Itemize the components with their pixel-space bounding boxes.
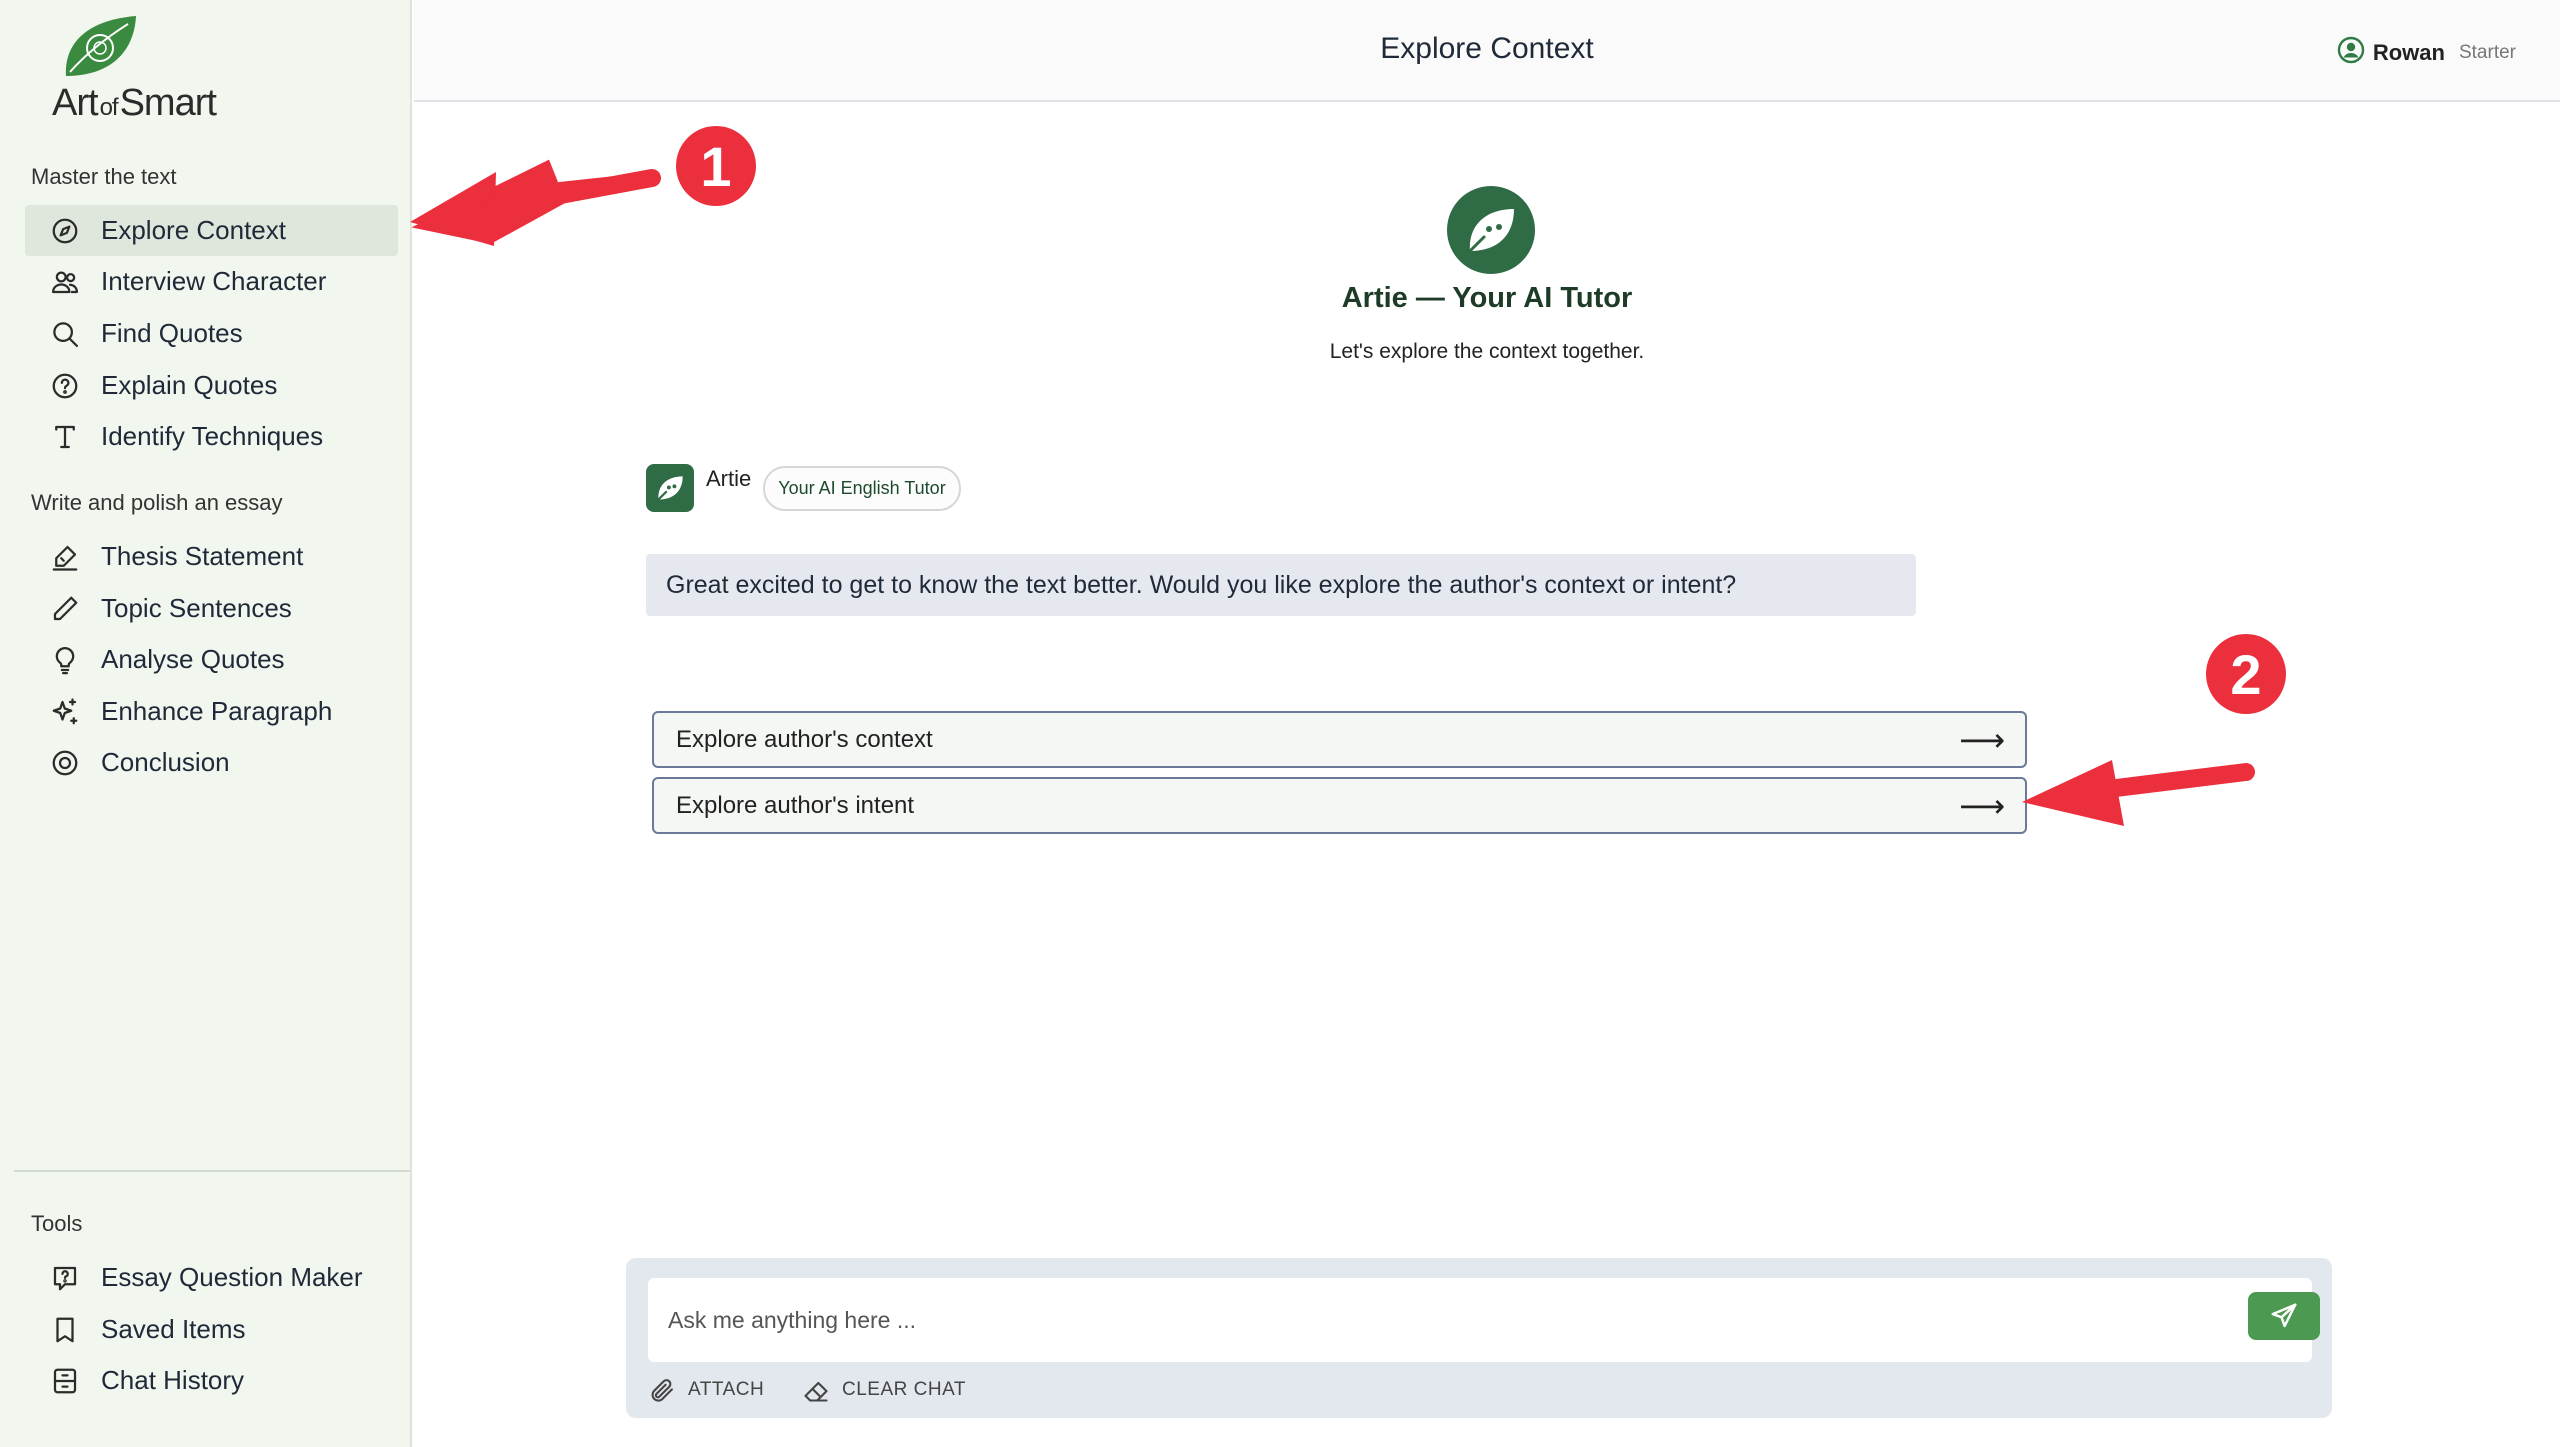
help-circle-icon <box>49 370 81 402</box>
artie-leaf-icon <box>657 476 683 501</box>
artie-mini-avatar <box>646 464 694 512</box>
sidebar-item-label: Enhance Paragraph <box>101 696 333 726</box>
option-explore-authors-intent[interactable]: Explore author's intent ⟶ <box>652 777 2027 834</box>
clear-chat-button[interactable]: CLEAR CHAT <box>802 1376 966 1404</box>
sidebar-item-interview-character[interactable]: Interview Character <box>25 256 398 307</box>
sidebar-divider <box>14 1170 410 1172</box>
sidebar-item-explore-context[interactable]: Explore Context <box>25 205 398 256</box>
message-text: Great excited to get to know the text be… <box>666 570 1737 599</box>
user-name: Rowan <box>2372 39 2445 65</box>
sidebar-item-identify-techniques[interactable]: Identify Techniques <box>25 411 398 462</box>
user-menu[interactable]: Rowan Starter <box>2337 36 2516 69</box>
annotation-badge-2: 2 <box>2206 634 2286 714</box>
sidebar-item-label: Explore Context <box>101 215 286 245</box>
pencil-icon <box>49 593 81 625</box>
annotation-arrow-1 <box>410 159 661 246</box>
sidebar-item-analyse-quotes[interactable]: Analyse Quotes <box>25 634 398 685</box>
arrow-right-icon: ⟶ <box>1959 787 2005 824</box>
annotation-arrow-2 <box>2022 760 2255 826</box>
clear-chat-label: CLEAR CHAT <box>842 1379 966 1400</box>
section-title-tools: Tools <box>31 1211 83 1236</box>
sidebar-item-label: Interview Character <box>101 266 327 296</box>
sidebar-item-label: Find Quotes <box>101 318 243 348</box>
annotation-badge-1: 1 <box>676 126 756 206</box>
lightbulb-icon <box>49 644 81 676</box>
artie-leaf-icon <box>1468 209 1514 253</box>
leaf-logo-icon <box>65 16 136 76</box>
send-button[interactable] <box>2248 1292 2320 1340</box>
signature-icon <box>49 541 81 573</box>
archive-icon <box>49 1365 81 1397</box>
arrow-right-icon: ⟶ <box>1959 721 2005 758</box>
bookmark-icon <box>49 1314 81 1346</box>
sidebar-item-enhance-paragraph[interactable]: Enhance Paragraph <box>25 686 398 737</box>
option-explore-authors-context[interactable]: Explore author's context ⟶ <box>652 711 2027 768</box>
intro-subtitle: Let's explore the context together. <box>1329 340 1645 363</box>
target-icon <box>49 747 81 779</box>
intro-title: Artie — Your AI Tutor <box>1341 282 1633 314</box>
sidebar-item-label: Thesis Statement <box>101 541 304 571</box>
artie-avatar <box>1447 186 1535 274</box>
user-avatar-icon <box>2337 36 2365 69</box>
sidebar-item-label: Conclusion <box>101 747 230 777</box>
sidebar-item-label: Essay Question Maker <box>101 1262 363 1292</box>
section-title-master-text: Master the text <box>31 164 177 189</box>
sidebar-item-label: Identify Techniques <box>101 421 324 451</box>
sidebar-item-thesis-statement[interactable]: Thesis Statement <box>25 531 398 582</box>
top-header: Explore Context Rowan Starter <box>414 0 2560 102</box>
user-plan-badge: Starter <box>2458 41 2516 63</box>
option-label: Explore author's context <box>676 725 933 753</box>
option-label: Explore author's intent <box>676 791 915 819</box>
type-icon <box>49 421 81 453</box>
sidebar-item-saved-items[interactable]: Saved Items <box>25 1304 398 1355</box>
sidebar-item-label: Explain Quotes <box>101 370 278 400</box>
logo-wordmark: ArtofSmart <box>52 82 217 124</box>
sidebar-item-chat-history[interactable]: Chat History <box>25 1355 398 1406</box>
sidebar-item-essay-question-maker[interactable]: Essay Question Maker <box>25 1252 398 1303</box>
sidebar-item-label: Analyse Quotes <box>101 644 285 674</box>
message-bubble: Great excited to get to know the text be… <box>646 554 1916 616</box>
sidebar-item-label: Chat History <box>101 1365 245 1395</box>
eraser-icon <box>804 1381 828 1402</box>
chat-input-box <box>648 1278 2320 1362</box>
users-icon <box>49 266 81 298</box>
message-sender: Artie <box>706 466 752 491</box>
sparkles-icon <box>49 696 81 728</box>
page-title: Explore Context <box>1380 32 1594 65</box>
tutor-badge: Your AI English Tutor <box>763 465 961 511</box>
sidebar-item-conclusion[interactable]: Conclusion <box>25 737 398 788</box>
sidebar: ArtofSmart Master the text Explore Conte… <box>0 0 412 1447</box>
search-icon <box>49 318 81 350</box>
section-title-write-essay: Write and polish an essay <box>31 490 283 515</box>
sidebar-item-label: Saved Items <box>101 1314 246 1344</box>
chat-composer: ATTACH CLEAR CHAT <box>626 1258 2332 1418</box>
attach-button[interactable]: ATTACH <box>648 1376 764 1404</box>
sidebar-item-find-quotes[interactable]: Find Quotes <box>25 308 398 359</box>
chat-input[interactable] <box>668 1278 2188 1362</box>
compass-icon <box>49 215 81 247</box>
message-header: Artie Your AI English Tutor <box>646 464 961 512</box>
paperclip-icon <box>651 1379 673 1402</box>
sidebar-item-explain-quotes[interactable]: Explain Quotes <box>25 360 398 411</box>
sidebar-item-label: Topic Sentences <box>101 593 292 623</box>
attach-label: ATTACH <box>688 1379 765 1400</box>
question-message-icon <box>49 1262 81 1294</box>
art-of-smart-logo[interactable]: ArtofSmart <box>50 14 240 124</box>
sidebar-item-topic-sentences[interactable]: Topic Sentences <box>25 583 398 634</box>
send-icon <box>2271 1303 2297 1328</box>
